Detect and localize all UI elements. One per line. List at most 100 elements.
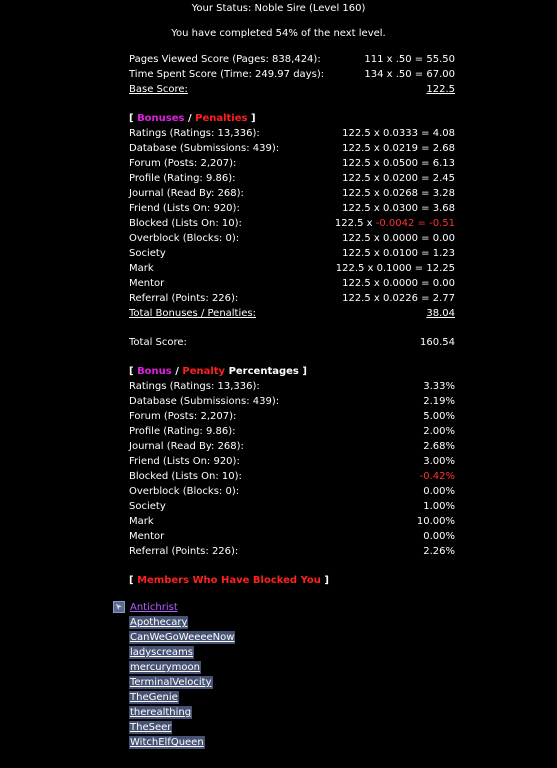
row-value: 3.33%	[423, 381, 455, 392]
blocked-members-title: Members Who Have Blocked You	[137, 575, 321, 586]
row-label: Ratings (Ratings: 13,336):	[129, 128, 260, 139]
row-label: Society	[129, 501, 166, 512]
bonus-row: Overblock (Blocks: 0): 122.5 x 0.0000 = 0…	[129, 231, 455, 246]
row-value: 10.00%	[416, 516, 455, 527]
member-link[interactable]: Antichrist	[129, 601, 179, 614]
row-label: Total Score:	[129, 337, 187, 348]
row-label: Forum (Posts: 2,207):	[129, 158, 237, 169]
row-label: Journal (Read By: 268):	[129, 441, 244, 452]
row-label: Referral (Points: 226):	[129, 546, 239, 557]
row-value: 122.5	[426, 84, 455, 95]
row-value: 122.5 x 0.0333 = 4.08	[342, 128, 455, 139]
bonus-row: Mark 122.5 x 0.1000 = 12.25	[129, 261, 455, 276]
member-link[interactable]: TerminalVelocity	[129, 676, 213, 689]
bonus-row: Society 122.5 x 0.0100 = 1.23	[129, 246, 455, 261]
row-label: Mentor	[129, 531, 165, 542]
member-link[interactable]: Apothecary	[129, 616, 189, 629]
bonus-row: Forum (Posts: 2,207): 122.5 x 0.0500 = 6.…	[129, 156, 455, 171]
row-label: Forum (Posts: 2,207):	[129, 411, 237, 422]
row-label: Friend (Lists On: 920):	[129, 456, 240, 467]
row-value: 1.00%	[423, 501, 455, 512]
bonuses-header: [ Bonuses / Penalties ]	[129, 113, 256, 124]
avatar-icon	[113, 601, 125, 613]
penalty-label: Penalty	[182, 366, 226, 377]
row-label: Blocked (Lists On: 10):	[129, 218, 242, 229]
base-score-row: Base Score: 122.5	[129, 82, 455, 97]
row-value: 5.00%	[423, 411, 455, 422]
row-value: 122.5 x -0.0042 = -0.51	[334, 218, 455, 229]
status-line: Your Status: Noble Sire (Level 160)	[191, 3, 366, 14]
row-value: 134 x .50 = 67.00	[364, 69, 455, 80]
penalties-label: Penalties	[195, 113, 248, 124]
row-value: 2.19%	[423, 396, 455, 407]
penalty-value: -0.0042	[375, 218, 415, 229]
progress-line: You have completed 54% of the next level…	[171, 28, 386, 39]
member-link[interactable]: ladyscreams	[129, 646, 195, 659]
time-spent-row: Time Spent Score (Time: 249.97 days): 13…	[129, 67, 455, 82]
bonus-row: Journal (Read By: 268): 122.5 x 0.0268 = …	[129, 186, 455, 201]
percentage-row: Society 1.00%	[129, 499, 455, 514]
row-value: 122.5 x 0.0226 = 2.77	[342, 293, 455, 304]
percentage-row: Mentor 0.00%	[129, 529, 455, 544]
row-value: 122.5 x 0.0100 = 1.23	[342, 248, 455, 259]
row-label: Blocked (Lists On: 10):	[129, 471, 242, 482]
percentages-header: [ Bonus / Penalty Percentages ]	[129, 366, 307, 377]
row-label: Mark	[129, 263, 154, 274]
row-value: 111 x .50 = 55.50	[364, 54, 455, 65]
row-label: Profile (Rating: 9.86):	[129, 173, 236, 184]
row-value: 122.5 x 0.0000 = 0.00	[342, 233, 455, 244]
percentage-row: Database (Submissions: 439): 2.19%	[129, 394, 455, 409]
row-label: Profile (Rating: 9.86):	[129, 426, 236, 437]
member-link[interactable]: therealthing	[129, 706, 193, 719]
row-label: Overblock (Blocks: 0):	[129, 233, 240, 244]
row-label: Pages Viewed Score (Pages: 838,424):	[129, 54, 321, 65]
row-label: Overblock (Blocks: 0):	[129, 486, 240, 497]
row-value: 122.5 x 0.0000 = 0.00	[342, 278, 455, 289]
row-value: 2.26%	[423, 546, 455, 557]
row-label: Base Score:	[129, 84, 188, 95]
member-link[interactable]: WitchElfQueen	[129, 736, 205, 749]
penalty-value: -0.51	[429, 218, 455, 229]
member-link[interactable]: mercurymoon	[129, 661, 201, 674]
bonus-row: Total Bonuses / Penalties: 38.04	[129, 306, 455, 321]
bonus-label: Bonus	[137, 366, 172, 377]
row-value: 160.54	[420, 337, 455, 348]
bonus-row: Mentor 122.5 x 0.0000 = 0.00	[129, 276, 455, 291]
row-value: 38.04	[426, 308, 455, 319]
row-value: -0.42%	[419, 471, 455, 482]
row-value: 3.00%	[423, 456, 455, 467]
percentage-row: Referral (Points: 226): 2.26%	[129, 544, 455, 559]
bonus-row: Referral (Points: 226): 122.5 x 0.0226 = …	[129, 291, 455, 306]
row-value: 122.5 x 0.0500 = 6.13	[342, 158, 455, 169]
row-value: 0.00%	[423, 531, 455, 542]
member-link[interactable]: CanWeGoWeeeeNow	[129, 631, 236, 644]
bonus-row: Ratings (Ratings: 13,336): 122.5 x 0.0333…	[129, 126, 455, 141]
blocked-members-header: [ Members Who Have Blocked You ]	[129, 575, 329, 586]
row-label: Time Spent Score (Time: 249.97 days):	[129, 69, 325, 80]
percentage-row: Profile (Rating: 9.86): 2.00%	[129, 424, 455, 439]
pages-viewed-row: Pages Viewed Score (Pages: 838,424): 111…	[129, 52, 455, 67]
row-label: Referral (Points: 226):	[129, 293, 239, 304]
row-value: 0.00%	[423, 486, 455, 497]
bonus-row: Blocked (Lists On: 10): 122.5 x -0.0042 =…	[129, 216, 455, 231]
row-label: Total Bonuses / Penalties:	[129, 308, 256, 319]
bonus-row: Profile (Rating: 9.86): 122.5 x 0.0200 = …	[129, 171, 455, 186]
row-label: Journal (Read By: 268):	[129, 188, 244, 199]
percentage-row: Blocked (Lists On: 10): -0.42%	[129, 469, 455, 484]
row-label: Mark	[129, 516, 154, 527]
percentage-row: Mark 10.00%	[129, 514, 455, 529]
member-link[interactable]: TheGenie	[129, 691, 179, 704]
row-value: 122.5 x 0.0300 = 3.68	[342, 203, 455, 214]
row-value: 122.5 x 0.0268 = 3.28	[342, 188, 455, 199]
percentage-row: Journal (Read By: 268): 2.68%	[129, 439, 455, 454]
bonuses-label: Bonuses	[137, 113, 185, 124]
row-label: Ratings (Ratings: 13,336):	[129, 381, 260, 392]
row-label: Friend (Lists On: 920):	[129, 203, 240, 214]
row-label: Society	[129, 248, 166, 259]
bonus-row: Friend (Lists On: 920): 122.5 x 0.0300 = …	[129, 201, 455, 216]
row-label: Mentor	[129, 278, 165, 289]
percentage-row: Friend (Lists On: 920): 3.00%	[129, 454, 455, 469]
member-link[interactable]: TheSeer	[129, 721, 173, 734]
row-value: 2.00%	[423, 426, 455, 437]
row-value: 122.5 x 0.0219 = 2.68	[342, 143, 455, 154]
